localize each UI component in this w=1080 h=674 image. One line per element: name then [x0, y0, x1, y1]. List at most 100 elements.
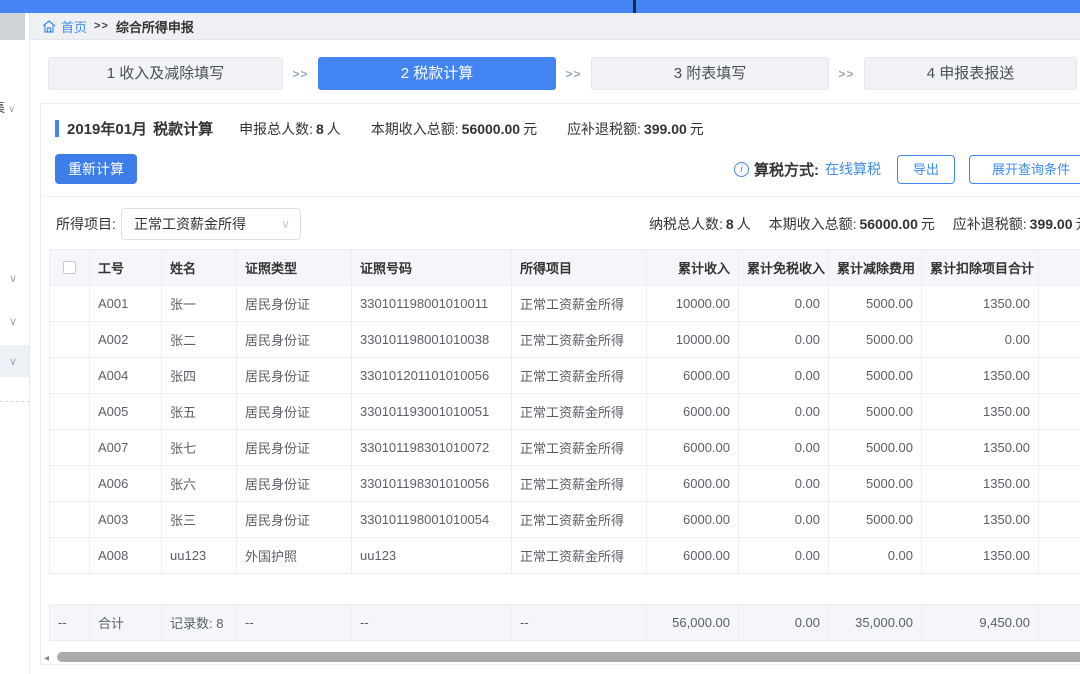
cell: 6000.00: [647, 466, 739, 502]
table-row[interactable]: A004张四居民身份证330101201101010056正常工资薪金所得600…: [50, 358, 1080, 394]
sidebar-item-collapsed[interactable]: 集∨: [0, 97, 15, 116]
cell: 居民身份证: [237, 466, 352, 502]
cell: A004: [90, 358, 162, 394]
breadcrumb: 首页 >> 综合所得申报: [30, 13, 1080, 40]
table-row[interactable]: A003张三居民身份证330101198001010054正常工资薪金所得600…: [50, 502, 1080, 538]
cell: 居民身份证: [237, 286, 352, 322]
stat-label: 应补退税额:: [567, 121, 641, 137]
table-row[interactable]: A002张二居民身份证330101198001010038正常工资薪金所得100…: [50, 322, 1080, 358]
cell: 5000.00: [829, 502, 922, 538]
column-header: 证照号码: [352, 250, 512, 286]
cell: [1039, 322, 1080, 358]
scroll-left-arrow[interactable]: ◂: [44, 653, 49, 664]
cell: 0.00: [739, 430, 829, 466]
cell: [1039, 430, 1080, 466]
page-title: 2019年01月税款计算: [67, 118, 213, 139]
cell: uu123: [162, 538, 237, 574]
cell: 6000.00: [647, 502, 739, 538]
cell: 0.00: [739, 322, 829, 358]
cell: 1350.00: [922, 430, 1039, 466]
cell: 6000.00: [647, 358, 739, 394]
table-row[interactable]: A005张五居民身份证330101193001010051正常工资薪金所得600…: [50, 394, 1080, 430]
table-row[interactable]: A007张七居民身份证330101198301010072正常工资薪金所得600…: [50, 430, 1080, 466]
cell: A001: [90, 286, 162, 322]
horizontal-scrollbar[interactable]: [57, 652, 1080, 662]
cell: 正常工资薪金所得: [512, 322, 647, 358]
recalculate-button[interactable]: 重新计算: [55, 154, 137, 184]
cell: uu123: [352, 538, 512, 574]
cell: 居民身份证: [237, 358, 352, 394]
breadcrumb-separator: >>: [94, 20, 109, 32]
column-header: 工号: [90, 250, 162, 286]
cell: 0.00: [739, 538, 829, 574]
summary-cell: --: [50, 605, 90, 641]
row-select-cell: [50, 322, 90, 358]
row-select-cell: [50, 466, 90, 502]
cell: 330101198001010038: [352, 322, 512, 358]
cell: [1039, 502, 1080, 538]
filter-row: 所得项目: 正常工资薪金所得 ∨ 纳税总人数:8人 本期收入总额:56000.0…: [41, 208, 1080, 240]
checkbox-header-cell: [50, 250, 90, 286]
income-item-label: 所得项目:: [56, 208, 116, 240]
table-row[interactable]: A006张六居民身份证330101198301010056正常工资薪金所得600…: [50, 466, 1080, 502]
summary-cell: --: [352, 605, 512, 641]
period-label: 2019年01月: [67, 121, 147, 138]
chevron-down-icon[interactable]: ∨: [9, 315, 23, 328]
stat-income-total: 本期收入总额:56000.00元: [371, 119, 537, 139]
step-2-tax-calc[interactable]: 2 税款计算: [318, 57, 556, 90]
cell: 330101198301010072: [352, 430, 512, 466]
chevron-down-icon[interactable]: ∨: [9, 355, 23, 368]
cell: [1039, 394, 1080, 430]
tax-mode-value-link[interactable]: 在线算税: [825, 159, 881, 179]
column-header: 累计收入: [647, 250, 739, 286]
cell: 6000.00: [647, 430, 739, 466]
stat-unit: 元: [1075, 216, 1080, 232]
toolbar-right: i 算税方式: 在线算税 导出 展开查询条件: [734, 154, 1080, 184]
table-row[interactable]: A008uu123外国护照uu123正常工资薪金所得6000.000.000.0…: [50, 538, 1080, 574]
cell: [1039, 358, 1080, 394]
export-button[interactable]: 导出: [897, 155, 955, 184]
table-header-row: 工号姓名证照类型证照号码所得项目累计收入累计免税收入累计减除费用累计扣除项目合计…: [50, 250, 1080, 286]
table-row[interactable]: A001张一居民身份证330101198001010011正常工资薪金所得100…: [50, 286, 1080, 322]
cell: 张一: [162, 286, 237, 322]
stat-value: 8: [316, 121, 324, 137]
top-accent-bar: [0, 0, 1080, 13]
cell: 张四: [162, 358, 237, 394]
step-4-submit[interactable]: 4 申报表报送: [864, 57, 1077, 90]
sidebar-divider: [0, 401, 30, 402]
cell: 330101201101010056: [352, 358, 512, 394]
row-select-cell: [50, 358, 90, 394]
income-item-select[interactable]: 正常工资薪金所得 ∨: [121, 208, 301, 240]
step-1-income[interactable]: 1 收入及减除填写: [48, 57, 283, 90]
summary-row: --合计记录数: 8------56,000.000.0035,000.009,…: [50, 605, 1080, 641]
summary-cell: 记录数: 8: [162, 605, 237, 641]
cell: [1039, 286, 1080, 322]
breadcrumb-current: 综合所得申报: [116, 17, 194, 36]
cell: 6000.00: [647, 538, 739, 574]
column-header: 累计扣除项目合计: [922, 250, 1039, 286]
column-header: 证照类型: [237, 250, 352, 286]
cell: 正常工资薪金所得: [512, 358, 647, 394]
column-header: 累计准: [1039, 250, 1080, 286]
summary-cell: 35,000.00: [829, 605, 922, 641]
cell: 1350.00: [922, 466, 1039, 502]
cell: 正常工资薪金所得: [512, 286, 647, 322]
cell: 0.00: [739, 358, 829, 394]
cell: 居民身份证: [237, 322, 352, 358]
select-all-checkbox[interactable]: [63, 261, 76, 274]
cell: 正常工资薪金所得: [512, 502, 647, 538]
stat-label: 本期收入总额:: [769, 216, 857, 232]
chevron-down-icon[interactable]: ∨: [9, 272, 23, 285]
breadcrumb-home-link[interactable]: 首页: [61, 17, 87, 36]
stat-tax-due: 应补退税额:399.00元: [567, 119, 704, 139]
step-3-schedules[interactable]: 3 附表填写: [591, 57, 829, 90]
cell: 0.00: [739, 394, 829, 430]
stat-value: 56000.00: [462, 121, 520, 137]
cell: 330101198001010054: [352, 502, 512, 538]
content-card: 2019年01月税款计算 申报总人数:8人 本期收入总额:56000.00元 应…: [40, 103, 1080, 665]
expand-query-button[interactable]: 展开查询条件: [969, 155, 1080, 184]
select-value: 正常工资薪金所得: [134, 216, 246, 232]
step-separator: >>: [556, 67, 591, 81]
collapsed-sidebar: 集∨ ∨ ∨ ∨: [0, 13, 30, 674]
cell: 正常工资薪金所得: [512, 538, 647, 574]
